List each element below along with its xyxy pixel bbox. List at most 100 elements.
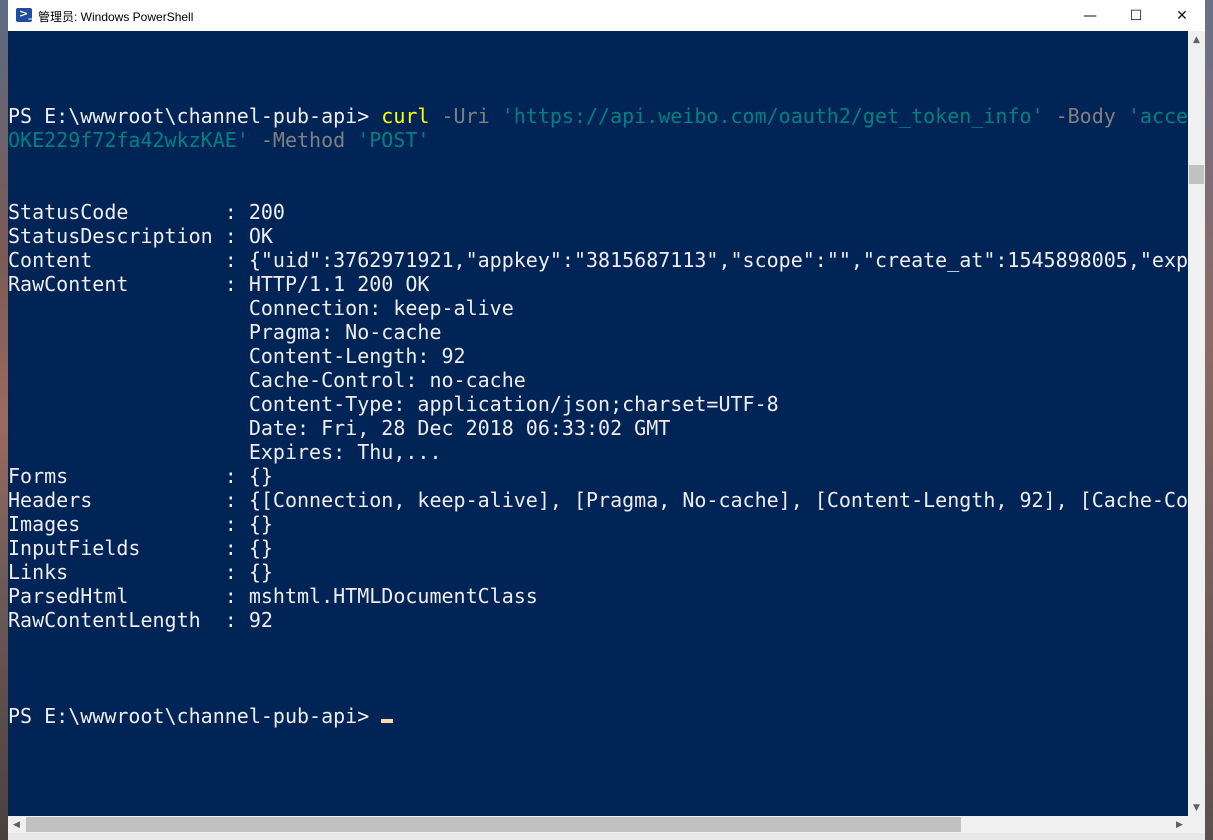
output-value: Connection: keep-alive — [248, 296, 514, 320]
output-key: InputFields — [8, 536, 225, 560]
command-name: curl — [381, 104, 430, 128]
window-title: 管理员: Windows PowerShell — [38, 10, 194, 24]
output-row: StatusDescription : OK — [8, 224, 273, 248]
scroll-right-icon[interactable]: ▶ — [1171, 816, 1188, 833]
output-separator: : — [224, 464, 249, 488]
output-value: Expires: Thu,... — [248, 440, 442, 464]
output-separator: : — [224, 584, 249, 608]
output-separator: : — [224, 512, 249, 536]
output-row: Content : {"uid":3762971921,"appkey":"38… — [8, 248, 1188, 272]
console-output[interactable]: PS E:\wwwroot\channel-pub-api> curl -Uri… — [8, 31, 1188, 816]
output-key: Headers — [8, 488, 225, 512]
output-row: Date: Fri, 28 Dec 2018 06:33:02 GMT — [8, 416, 670, 440]
output-row: Links : {} — [8, 560, 273, 584]
close-button[interactable]: ✕ — [1159, 0, 1205, 31]
body-value-start: 'acce — [1127, 104, 1188, 128]
desktop-background-right — [1205, 0, 1213, 840]
output-row: StatusCode : 200 — [8, 200, 285, 224]
output-key: Forms — [8, 464, 225, 488]
output-value: Content-Type: application/json;charset=U… — [248, 392, 779, 416]
output-value: HTTP/1.1 200 OK — [248, 272, 430, 296]
minimize-button[interactable]: — — [1067, 0, 1113, 31]
text-cursor — [381, 719, 394, 723]
output-row: ParsedHtml : mshtml.HTMLDocumentClass — [8, 584, 538, 608]
output-separator: : — [224, 200, 249, 224]
output-value: {[Connection, keep-alive], [Pragma, No-c… — [248, 488, 1188, 512]
close-icon: ✕ — [1176, 7, 1188, 24]
output-value: Pragma: No-cache — [248, 320, 442, 344]
output-row: Headers : {[Connection, keep-alive], [Pr… — [8, 488, 1188, 512]
scrollbar-corner — [1188, 816, 1205, 833]
output-value: {"uid":3762971921,"appkey":"3815687113",… — [248, 248, 1188, 272]
output-separator — [225, 392, 249, 416]
output-key: StatusDescription — [8, 224, 225, 248]
output-separator: : — [224, 608, 249, 632]
output-row: Images : {} — [8, 512, 273, 536]
output-row: InputFields : {} — [8, 536, 273, 560]
output-key: RawContentLength — [8, 608, 225, 632]
output-key — [8, 296, 225, 320]
horizontal-scroll-thumb[interactable] — [26, 817, 961, 832]
vertical-scroll-thumb[interactable] — [1189, 165, 1204, 184]
output-separator — [225, 368, 249, 392]
title-bar[interactable]: >_ 管理员: Windows PowerShell — ☐ ✕ — [8, 0, 1205, 31]
output-value: Date: Fri, 28 Dec 2018 06:33:02 GMT — [248, 416, 671, 440]
output-separator: : — [224, 536, 249, 560]
output-value: {} — [248, 512, 273, 536]
output-value: {} — [248, 536, 273, 560]
param-method: -Method — [248, 128, 358, 152]
output-row: Cache-Control: no-cache — [8, 368, 526, 392]
final-prompt: PS E:\wwwroot\channel-pub-api> — [8, 704, 382, 728]
output-key — [8, 344, 225, 368]
output-row: Expires: Thu,... — [8, 440, 442, 464]
final-prompt-line: PS E:\wwwroot\channel-pub-api> — [8, 704, 394, 728]
output-value: {} — [248, 464, 273, 488]
output-key — [8, 392, 225, 416]
maximize-icon: ☐ — [1129, 7, 1143, 24]
output-value: 92 — [248, 608, 273, 632]
vertical-scrollbar[interactable]: ▲ ▼ — [1188, 31, 1205, 816]
output-value: 200 — [248, 200, 285, 224]
output-key: Images — [8, 512, 225, 536]
output-separator — [225, 416, 249, 440]
powershell-window: >_ 管理员: Windows PowerShell — ☐ ✕ PS E:\w… — [8, 0, 1205, 840]
output-row: RawContentLength : 92 — [8, 608, 273, 632]
output-key: Links — [8, 560, 225, 584]
output-separator: : — [224, 224, 249, 248]
output-row: Content-Type: application/json;charset=U… — [8, 392, 779, 416]
param-uri: -Uri — [429, 104, 502, 128]
output-key — [8, 320, 225, 344]
scroll-down-icon[interactable]: ▼ — [1188, 799, 1205, 816]
output-key — [8, 416, 225, 440]
desktop-background — [0, 0, 8, 840]
output-value: Content-Length: 92 — [248, 344, 466, 368]
method-value: 'POST' — [357, 128, 430, 152]
output-row: Connection: keep-alive — [8, 296, 514, 320]
param-body: -Body — [1043, 104, 1128, 128]
output-value: mshtml.HTMLDocumentClass — [248, 584, 538, 608]
command-line-2: OKE229f72fa42wkzKAE' -Method 'POST' — [8, 128, 429, 152]
uri-value: 'https://api.weibo.com/oauth2/get_token_… — [501, 104, 1044, 128]
scroll-left-icon[interactable]: ◀ — [8, 816, 25, 833]
output-value: Cache-Control: no-cache — [248, 368, 526, 392]
output-key: ParsedHtml — [8, 584, 225, 608]
prompt: PS E:\wwwroot\channel-pub-api> — [8, 104, 382, 128]
output-separator: : — [224, 272, 249, 296]
output-separator: : — [224, 560, 249, 584]
output-row: Pragma: No-cache — [8, 320, 442, 344]
output-value: OK — [248, 224, 273, 248]
horizontal-scrollbar[interactable]: ◀ ▶ — [8, 816, 1188, 833]
output-row: Content-Length: 92 — [8, 344, 466, 368]
command-line-1: PS E:\wwwroot\channel-pub-api> curl -Uri… — [8, 104, 1188, 128]
output-row: Forms : {} — [8, 464, 273, 488]
output-separator — [225, 296, 249, 320]
output-separator: : — [224, 248, 249, 272]
scroll-up-icon[interactable]: ▲ — [1188, 31, 1205, 48]
output-separator: : — [224, 488, 249, 512]
powershell-icon: >_ — [16, 7, 34, 22]
output-separator — [225, 440, 249, 464]
output-key: StatusCode — [8, 200, 225, 224]
maximize-button[interactable]: ☐ — [1113, 0, 1159, 31]
output-key — [8, 368, 225, 392]
output-key: Content — [8, 248, 225, 272]
